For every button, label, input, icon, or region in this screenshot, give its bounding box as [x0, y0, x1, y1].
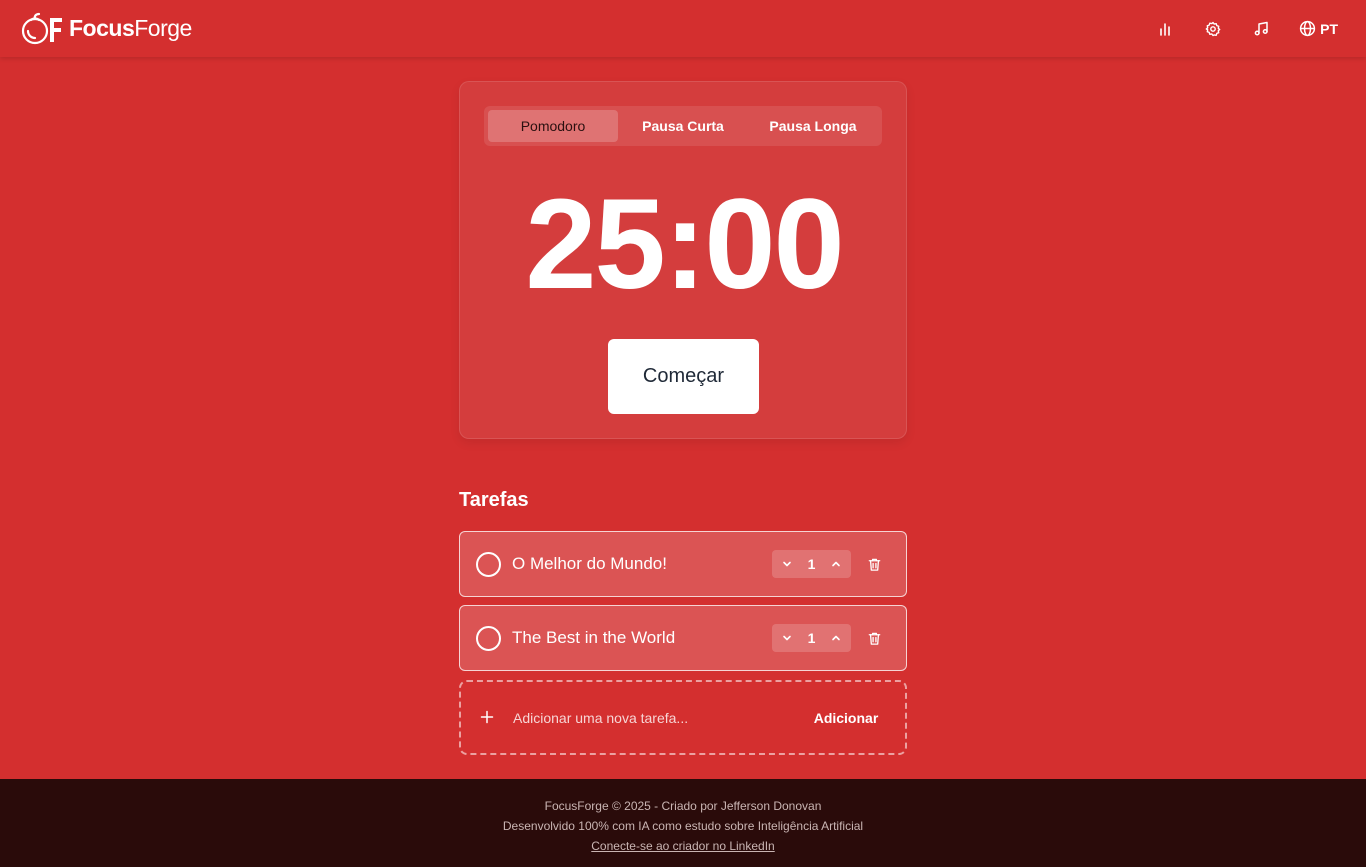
music-button[interactable]	[1241, 9, 1281, 49]
tab-pomodoro[interactable]: Pomodoro	[488, 110, 618, 142]
delete-task-button[interactable]	[864, 628, 884, 648]
plus-icon	[480, 710, 494, 724]
add-task-button[interactable]: Adicionar	[805, 706, 887, 730]
mode-tabs: Pomodoro Pausa Curta Pausa Longa	[484, 106, 882, 146]
pomodoro-count-stepper: 1	[772, 550, 851, 578]
decrease-button[interactable]	[778, 629, 796, 647]
globe-icon	[1299, 20, 1316, 37]
tasks-heading: Tarefas	[459, 489, 529, 511]
chevron-up-icon	[832, 561, 840, 567]
music-note-icon	[1254, 21, 1268, 36]
stats-button[interactable]	[1145, 9, 1185, 49]
chevron-down-icon	[783, 561, 791, 567]
task-title: O Melhor do Mundo!	[512, 554, 667, 573]
add-task-form: Adicionar	[459, 680, 907, 755]
footer-copyright: FocusForge © 2025 - Criado por Jefferson…	[544, 799, 822, 813]
decrease-button[interactable]	[778, 555, 796, 573]
footer-description: Desenvolvido 100% com IA como estudo sob…	[502, 819, 864, 833]
trash-icon	[868, 558, 880, 571]
settings-button[interactable]	[1193, 9, 1233, 49]
task-item: The Best in the World 1	[459, 605, 907, 671]
language-button[interactable]: PT	[1289, 9, 1348, 49]
tomato-logo-icon	[21, 12, 62, 44]
brand-name-regular: Forge	[134, 15, 192, 41]
timer-card: Pomodoro Pausa Curta Pausa Longa 25:00 C…	[459, 81, 907, 439]
brand-name: FocusForge	[69, 15, 192, 42]
timer-display: 25:00	[525, 173, 844, 316]
tab-long-break[interactable]: Pausa Longa	[748, 110, 878, 142]
gear-icon	[1205, 21, 1221, 36]
pomodoro-count-stepper: 1	[772, 624, 851, 652]
start-button[interactable]: Começar	[608, 339, 759, 414]
linkedin-link[interactable]: Conecte-se ao criador no LinkedIn	[591, 839, 774, 853]
pomodoro-count: 1	[807, 556, 816, 572]
task-complete-checkbox[interactable]	[476, 552, 501, 577]
footer: FocusForge © 2025 - Criado por Jefferson…	[0, 779, 1366, 867]
tab-short-break[interactable]: Pausa Curta	[618, 110, 748, 142]
task-title: The Best in the World	[512, 628, 676, 647]
top-bar: FocusForge PT	[0, 0, 1366, 57]
language-label: PT	[1320, 20, 1338, 37]
new-task-input[interactable]	[513, 706, 793, 730]
task-complete-checkbox[interactable]	[476, 626, 501, 651]
delete-task-button[interactable]	[864, 554, 884, 574]
task-item: O Melhor do Mundo! 1	[459, 531, 907, 597]
header-nav: PT	[1137, 9, 1348, 49]
increase-button[interactable]	[827, 629, 845, 647]
trash-icon	[868, 632, 880, 645]
chevron-up-icon	[832, 635, 840, 641]
pomodoro-count: 1	[807, 630, 816, 646]
brand-name-bold: Focus	[69, 15, 135, 41]
bar-chart-icon	[1160, 22, 1170, 36]
chevron-down-icon	[783, 635, 791, 641]
brand[interactable]: FocusForge	[19, 12, 192, 46]
increase-button[interactable]	[827, 555, 845, 573]
